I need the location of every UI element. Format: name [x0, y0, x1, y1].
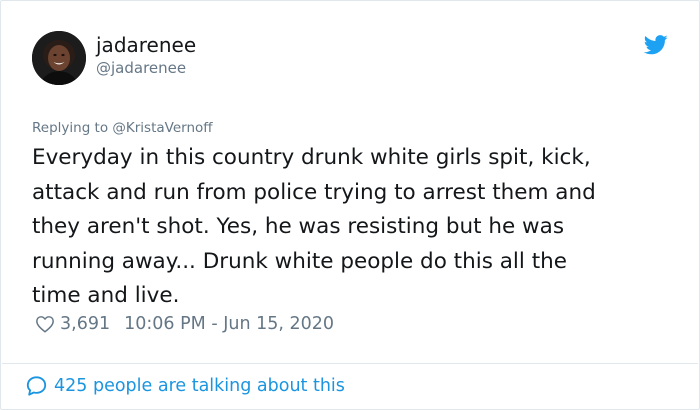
- reply-to-mention[interactable]: @KristaVernoff: [112, 120, 212, 136]
- talking-about-link[interactable]: 425 people are talking about this: [25, 374, 345, 398]
- tweet-text: Everyday in this country drunk white gir…: [32, 145, 596, 308]
- speech-bubble-icon: [26, 376, 47, 396]
- avatar-image: [32, 31, 86, 85]
- avatar[interactable]: [32, 31, 86, 85]
- heart-outline-icon[interactable]: [35, 315, 55, 333]
- talking-about-text[interactable]: 425 people are talking about this: [54, 376, 345, 396]
- twitter-bird-icon[interactable]: [644, 35, 668, 55]
- divider: [2, 363, 698, 364]
- replying-to-prefix: Replying to: [32, 120, 113, 136]
- replying-to-line: Replying to @KristaVernoff: [32, 120, 213, 136]
- tweet-meta: 3,691 10:06 PM - Jun 15, 2020: [35, 312, 334, 336]
- like-count[interactable]: 3,691: [60, 314, 110, 334]
- tweet-timestamp[interactable]: 10:06 PM - Jun 15, 2020: [124, 314, 334, 334]
- display-name[interactable]: jadarenee: [96, 33, 196, 57]
- user-handle[interactable]: @jadarenee: [96, 59, 186, 77]
- tweet-card: jadarenee @jadarenee Replying to @Krista…: [0, 0, 700, 410]
